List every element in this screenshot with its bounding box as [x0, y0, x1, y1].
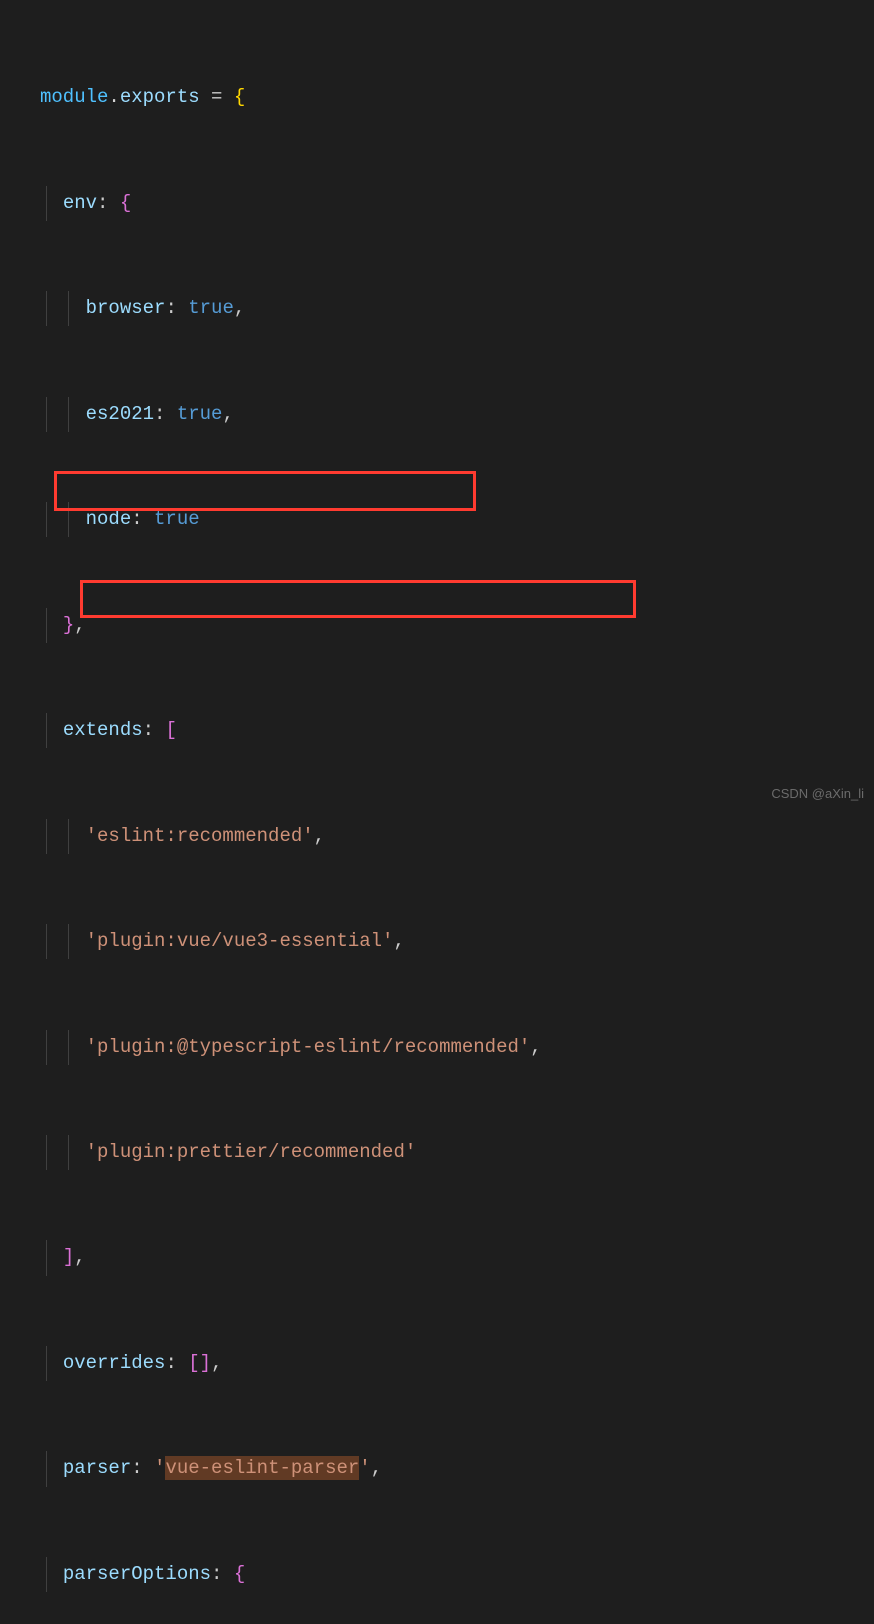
code-line[interactable]: module.exports = {: [0, 80, 874, 115]
token-property: parserOptions: [63, 1563, 211, 1585]
token-variable: module: [40, 86, 108, 108]
code-line[interactable]: 'eslint:recommended',: [0, 819, 874, 854]
code-line[interactable]: },: [0, 608, 874, 643]
token-brace: {: [234, 86, 245, 108]
token-property: extends: [63, 719, 143, 741]
token-boolean: true: [154, 508, 200, 530]
token-string: 'eslint:recommended': [86, 825, 314, 847]
code-line[interactable]: overrides: [],: [0, 1346, 874, 1381]
token-brace: {: [120, 192, 131, 214]
token-brace: {: [234, 1563, 245, 1585]
code-line[interactable]: 'plugin:@typescript-eslint/recommended',: [0, 1030, 874, 1065]
code-line[interactable]: 'plugin:prettier/recommended': [0, 1135, 874, 1170]
token-bracket: [: [188, 1352, 199, 1374]
selected-text: vue-eslint-parser: [165, 1456, 359, 1480]
watermark: CSDN @aXin_li: [771, 782, 864, 806]
token-string: 'plugin:prettier/recommended': [86, 1141, 417, 1163]
token-property: exports: [120, 86, 200, 108]
token-bracket: ]: [63, 1246, 74, 1268]
code-line[interactable]: parserOptions: {: [0, 1557, 874, 1592]
token-property: node: [86, 508, 132, 530]
token-boolean: true: [177, 403, 223, 425]
token-dot: .: [108, 86, 119, 108]
token-operator: =: [200, 86, 234, 108]
code-line[interactable]: parser: 'vue-eslint-parser',: [0, 1451, 874, 1486]
token-brace: }: [63, 614, 74, 636]
token-string: 'plugin:vue/vue3-essential': [86, 930, 394, 952]
token-property: es2021: [86, 403, 154, 425]
token-string: 'plugin:@typescript-eslint/recommended': [86, 1036, 531, 1058]
token-property: overrides: [63, 1352, 166, 1374]
code-line[interactable]: 'plugin:vue/vue3-essential',: [0, 924, 874, 959]
code-line[interactable]: node: true: [0, 502, 874, 537]
token-boolean: true: [188, 297, 234, 319]
code-line[interactable]: browser: true,: [0, 291, 874, 326]
token-property: parser: [63, 1457, 131, 1479]
code-line[interactable]: ],: [0, 1240, 874, 1275]
code-line[interactable]: es2021: true,: [0, 397, 874, 432]
token-property: browser: [86, 297, 166, 319]
token-bracket: [: [165, 719, 176, 741]
token-property: env: [63, 192, 97, 214]
token-bracket: ]: [200, 1352, 211, 1374]
code-line[interactable]: extends: [: [0, 713, 874, 748]
code-line[interactable]: env: {: [0, 186, 874, 221]
code-editor[interactable]: module.exports = { env: { browser: true,…: [0, 0, 874, 1624]
